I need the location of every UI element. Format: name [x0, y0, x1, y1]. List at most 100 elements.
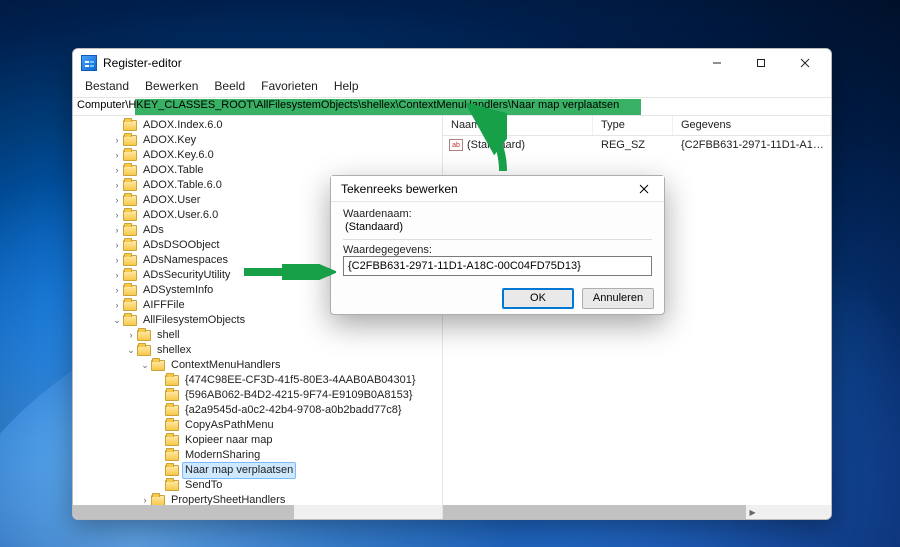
menu-file[interactable]: Bestand [77, 77, 137, 97]
tree-node-label: ADOX.User.6.0 [140, 208, 221, 223]
tree-node-label: ModernSharing [182, 448, 263, 463]
chevron-right-icon[interactable]: › [111, 208, 123, 223]
tree-node-label: {a2a9545d-a0c2-42b4-9708-a0b2badd77c8} [182, 403, 405, 418]
chevron-right-icon[interactable]: › [139, 493, 151, 505]
folder-icon [151, 495, 165, 505]
chevron-right-icon[interactable]: › [111, 148, 123, 163]
address-bar[interactable]: Computer\HKEY_CLASSES_ROOT\AllFilesystem… [73, 97, 831, 115]
chevron-right-icon[interactable]: › [111, 178, 123, 193]
folder-icon [123, 210, 137, 221]
tree-node[interactable]: SendTo [75, 478, 442, 493]
tree-node-label: ADSystemInfo [140, 283, 216, 298]
close-button[interactable] [783, 49, 827, 77]
folder-icon [165, 420, 179, 431]
values-hscrollbar[interactable]: ▶ [443, 505, 831, 519]
window-title: Register-editor [103, 56, 182, 70]
scroll-right-icon[interactable]: ▶ [746, 505, 760, 519]
tree-node-label: PropertySheetHandlers [168, 493, 288, 505]
chevron-right-icon[interactable]: › [111, 268, 123, 283]
menu-view[interactable]: Beeld [206, 77, 253, 97]
tree-node-label: CopyAsPathMenu [182, 418, 277, 433]
tree-node-label: {474C98EE-CF3D-41f5-80E3-4AAB0AB04301} [182, 373, 419, 388]
tree-node-label: {596AB062-B4D2-4215-9F74-E9109B0A8153} [182, 388, 416, 403]
folder-icon [165, 405, 179, 416]
chevron-down-icon[interactable]: ⌄ [125, 343, 137, 358]
tree-node-label: ADOX.Index.6.0 [140, 118, 226, 133]
tree-node[interactable]: Kopieer naar map [75, 433, 442, 448]
chevron-down-icon[interactable]: ⌄ [139, 358, 151, 373]
tree-node-label: ADs [140, 223, 167, 238]
folder-icon [123, 120, 137, 131]
chevron-right-icon[interactable]: › [111, 253, 123, 268]
folder-icon [123, 180, 137, 191]
folder-icon [123, 300, 137, 311]
chevron-right-icon[interactable]: › [111, 223, 123, 238]
chevron-down-icon[interactable]: ⌄ [111, 313, 123, 328]
tree-node[interactable]: ⌄AllFilesystemObjects [75, 313, 442, 328]
ok-button[interactable]: OK [502, 288, 574, 309]
tree-node[interactable]: › PropertySheetHandlers [75, 493, 442, 505]
edit-string-dialog: Tekenreeks bewerken Waardenaam: (Standaa… [330, 175, 665, 315]
folder-icon [165, 390, 179, 401]
folder-icon [123, 135, 137, 146]
tree-node[interactable]: ADOX.Index.6.0 [75, 118, 442, 133]
folder-icon [137, 330, 151, 341]
tree-node-label: ADOX.Key [140, 133, 199, 148]
maximize-button[interactable] [739, 49, 783, 77]
folder-icon [123, 270, 137, 281]
tree-node[interactable]: ModernSharing [75, 448, 442, 463]
tree-node-label: ADOX.Key.6.0 [140, 148, 217, 163]
menu-favorites[interactable]: Favorieten [253, 77, 326, 97]
chevron-right-icon[interactable]: › [111, 283, 123, 298]
tree-node-label: ADsDSOObject [140, 238, 222, 253]
tree-node[interactable]: › ADOX.Key.6.0 [75, 148, 442, 163]
tree-node[interactable]: Naar map verplaatsen [75, 463, 442, 478]
folder-icon [151, 360, 165, 371]
folder-icon [165, 450, 179, 461]
tree-node-label: ADOX.Table [140, 163, 207, 178]
menu-edit[interactable]: Bewerken [137, 77, 206, 97]
dialog-close-button[interactable] [630, 178, 658, 200]
chevron-right-icon[interactable]: › [111, 193, 123, 208]
chevron-right-icon[interactable]: › [111, 163, 123, 178]
menubar: Bestand Bewerken Beeld Favorieten Help [73, 77, 831, 97]
value-data-label: Waardegegevens: [343, 244, 652, 256]
folder-icon [123, 285, 137, 296]
col-data[interactable]: Gegevens [673, 116, 831, 135]
tree-node[interactable]: {474C98EE-CF3D-41f5-80E3-4AAB0AB04301} [75, 373, 442, 388]
chevron-right-icon[interactable]: › [111, 298, 123, 313]
chevron-right-icon[interactable]: › [111, 133, 123, 148]
value-data-input[interactable] [343, 256, 652, 276]
tree-node[interactable]: ⌄ ContextMenuHandlers [75, 358, 442, 373]
tree-node[interactable]: › ADOX.Key [75, 133, 442, 148]
menu-help[interactable]: Help [326, 77, 367, 97]
value-row[interactable]: ab (Standaard) REG_SZ {C2FBB631-2971-11D… [443, 136, 831, 154]
chevron-right-icon[interactable]: › [125, 328, 137, 343]
tree-node[interactable]: ⌄shellex [75, 343, 442, 358]
folder-icon [123, 255, 137, 266]
folder-icon [165, 480, 179, 491]
folder-icon [165, 375, 179, 386]
tree-node[interactable]: {596AB062-B4D2-4215-9F74-E9109B0A8153} [75, 388, 442, 403]
tree-node-label: Naar map verplaatsen [182, 462, 296, 479]
minimize-button[interactable] [695, 49, 739, 77]
app-icon [81, 55, 97, 71]
column-headers[interactable]: Naam Type Gegevens [443, 116, 831, 136]
cancel-button[interactable]: Annuleren [582, 288, 654, 309]
tree-node-label: Kopieer naar map [182, 433, 275, 448]
col-type[interactable]: Type [593, 116, 673, 135]
folder-icon [137, 345, 151, 356]
tree-node[interactable]: {a2a9545d-a0c2-42b4-9708-a0b2badd77c8} [75, 403, 442, 418]
titlebar: Register-editor [73, 49, 831, 77]
folder-icon [123, 225, 137, 236]
folder-icon [123, 315, 137, 326]
tree-node[interactable]: CopyAsPathMenu [75, 418, 442, 433]
folder-icon [123, 240, 137, 251]
value-type: REG_SZ [593, 139, 673, 151]
chevron-right-icon[interactable]: › [111, 238, 123, 253]
tree-hscrollbar[interactable] [73, 505, 442, 519]
col-name[interactable]: Naam [443, 116, 593, 135]
tree-node-label: ContextMenuHandlers [168, 358, 283, 373]
tree-node[interactable]: ›shell [75, 328, 442, 343]
value-name-label: Waardenaam: [343, 208, 652, 220]
